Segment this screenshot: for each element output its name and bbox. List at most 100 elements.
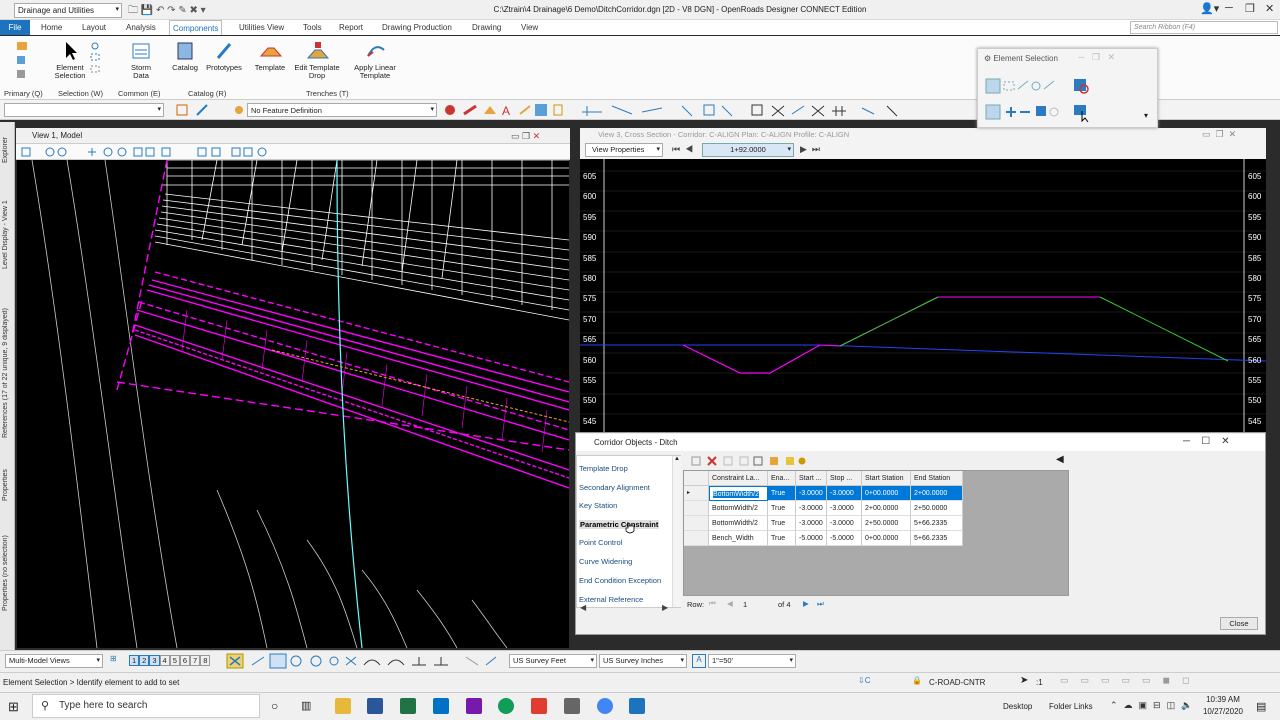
column-header[interactable]: Start Station xyxy=(862,471,911,486)
next-row-button[interactable]: ▶ xyxy=(803,599,809,608)
tab-components[interactable]: Components xyxy=(169,20,223,35)
collapse-arrow-icon[interactable]: ◀ xyxy=(1056,454,1064,465)
accudraw-icon[interactable] xyxy=(195,103,209,117)
table-cell[interactable]: 5+66.2335 xyxy=(911,531,963,546)
list-item[interactable]: Template Drop xyxy=(579,464,628,473)
table-cell[interactable]: 2+50.0000 xyxy=(911,501,963,516)
notifications-icon[interactable]: ▤ xyxy=(1256,700,1266,713)
table-cell[interactable]: True xyxy=(768,531,796,546)
panel-tab-properties[interactable]: Properties xyxy=(2,460,13,510)
status-icons[interactable]: ▭▭▭▭▭◼◻ xyxy=(1060,675,1201,686)
annotation-scale-icon[interactable]: A xyxy=(692,654,706,668)
windows-start-icon[interactable]: ⊞ xyxy=(8,699,19,715)
panel-tab-properties-no-selection[interactable]: Properties (no selection) xyxy=(2,518,13,628)
annotation-scale-select[interactable]: 1"=50' ▾ xyxy=(708,654,796,668)
list-item[interactable]: Key Station xyxy=(579,501,617,510)
tab-layout[interactable]: Layout xyxy=(79,20,109,35)
system-tray-icons[interactable]: ⌃☁▣⊟◫🔈 xyxy=(1110,700,1198,711)
storm-data-button[interactable]: Storm Data xyxy=(124,40,158,80)
table-cell-constraint-label[interactable]: BottomWidth/2 xyxy=(709,486,768,501)
table-cell[interactable]: True xyxy=(768,501,796,516)
taskbar-search-input[interactable]: ⚲ Type here to search xyxy=(32,694,260,718)
quick-access-toolbar[interactable]: 🗀 💾 ↶ ↷ ✎ ✖ ▾ xyxy=(128,3,206,20)
view-number-buttons[interactable]: 12345678 xyxy=(129,654,211,668)
chevron-down-icon[interactable]: ▾ xyxy=(1144,111,1148,120)
tab-file[interactable]: File xyxy=(0,20,30,35)
panel-tab-explorer[interactable]: Explorer xyxy=(2,130,13,170)
last-row-button[interactable]: ⏭ xyxy=(817,599,824,609)
workspace-select[interactable]: Drainage and Utilities ▾ xyxy=(14,3,122,18)
snap-mode-icons[interactable] xyxy=(226,653,502,669)
table-cell[interactable]: BottomWidth/2 xyxy=(709,501,768,516)
outlook-icon[interactable] xyxy=(433,698,449,714)
word-icon[interactable] xyxy=(367,698,383,714)
tab-tools[interactable]: Tools xyxy=(300,20,325,35)
primary-tools-icon[interactable] xyxy=(14,40,34,84)
table-cell[interactable]: -3.0000 xyxy=(827,486,862,501)
first-row-button[interactable]: ⏮ xyxy=(709,599,716,609)
table-cell[interactable]: -3.0000 xyxy=(796,501,827,516)
edit-template-drop-button[interactable]: Edit Template Drop xyxy=(290,40,344,80)
drawing-tools-icons[interactable]: A xyxy=(442,102,922,118)
list-scrollbar[interactable]: ▲ xyxy=(672,456,681,607)
table-cell[interactable]: -3.0000 xyxy=(827,501,862,516)
desktop-toolbar[interactable]: Desktop xyxy=(1003,702,1032,711)
selection-method-icons[interactable] xyxy=(984,77,1154,125)
selection-mode-icons[interactable] xyxy=(89,42,103,76)
close-window-button[interactable]: ✕ xyxy=(1265,2,1274,15)
column-header[interactable]: Constraint La... xyxy=(709,471,768,486)
tab-utilities-view[interactable]: Utilities View xyxy=(236,20,287,35)
table-cell[interactable]: 0+00.0000 xyxy=(862,486,911,501)
table-cell[interactable]: -3.0000 xyxy=(827,516,862,531)
table-cell[interactable]: Bench_Width xyxy=(709,531,768,546)
first-previous-station-buttons[interactable]: ⏮ ◀ xyxy=(672,144,693,155)
list-item[interactable]: Secondary Alignment xyxy=(579,483,650,492)
apply-linear-template-button[interactable]: Apply Linear Template xyxy=(346,40,404,80)
prototypes-button[interactable]: Prototypes xyxy=(203,40,245,72)
view-group-select[interactable]: Multi-Model Views ▾ xyxy=(5,654,103,668)
view1-canvas[interactable] xyxy=(17,159,570,649)
minimize-button[interactable]: ─ xyxy=(1225,2,1233,14)
row-selector[interactable] xyxy=(684,501,709,516)
list-item-selected[interactable]: Parametric Constraint xyxy=(579,520,660,529)
chrome-icon[interactable] xyxy=(597,698,613,714)
tab-view[interactable]: View xyxy=(518,20,541,35)
search-ribbon-input[interactable]: Search Ribbon (F4) xyxy=(1130,21,1278,34)
table-cell[interactable]: True xyxy=(768,516,796,531)
green-app-icon[interactable] xyxy=(498,698,514,714)
table-cell[interactable]: BottomWidth/2 xyxy=(709,516,768,531)
sub-units-select[interactable]: US Survey Inches ▾ xyxy=(599,654,687,668)
column-header[interactable]: Ena... xyxy=(768,471,796,486)
list-item[interactable]: Point Control xyxy=(579,538,622,547)
table-cell[interactable]: -5.0000 xyxy=(796,531,827,546)
feature-icon[interactable] xyxy=(232,103,246,117)
view3-title-bar[interactable]: View 3, Cross Section - Corridor: C-ALIG… xyxy=(580,128,1266,141)
task-view-icon[interactable]: ▥ xyxy=(301,699,311,712)
openroads-icon[interactable] xyxy=(629,698,645,714)
column-header[interactable]: Stop ... xyxy=(827,471,862,486)
cross-section-canvas[interactable] xyxy=(580,159,1267,434)
list-item[interactable]: End Condition Exception xyxy=(579,576,661,585)
column-header[interactable]: Start ... xyxy=(796,471,827,486)
panel-tab-level-display[interactable]: Level Display - View 1 xyxy=(2,180,13,290)
view1-title-bar[interactable]: View 1, Model xyxy=(16,128,570,144)
list-item[interactable]: External Reference xyxy=(579,595,643,604)
table-cell[interactable]: -3.0000 xyxy=(796,486,827,501)
table-cell[interactable]: 2+00.0000 xyxy=(862,501,911,516)
view-manager-icon[interactable]: ⊞ xyxy=(110,654,117,663)
list-horizontal-scroll-right[interactable]: ▶ xyxy=(662,603,668,612)
folder-links-toolbar[interactable]: Folder Links xyxy=(1049,702,1093,711)
table-cell[interactable]: 2+00.0000 xyxy=(911,486,963,501)
onenote-icon[interactable] xyxy=(466,698,482,714)
feature-definition-select[interactable]: No Feature Definition ▾ xyxy=(247,103,437,117)
template-button[interactable]: Template xyxy=(250,40,290,72)
active-level-select[interactable]: ▾ xyxy=(4,103,164,117)
row-selector[interactable] xyxy=(684,531,709,546)
view1-window-controls[interactable]: ▭ ❐ ✕ xyxy=(511,131,540,142)
app-icon[interactable] xyxy=(564,698,580,714)
table-cell[interactable]: 2+50.0000 xyxy=(862,516,911,531)
tab-report[interactable]: Report xyxy=(336,20,366,35)
cortana-icon[interactable]: ○ xyxy=(271,699,278,713)
station-input[interactable]: 1+92.0000 ▾ xyxy=(702,143,794,157)
master-units-select[interactable]: US Survey Feet ▾ xyxy=(509,654,597,668)
